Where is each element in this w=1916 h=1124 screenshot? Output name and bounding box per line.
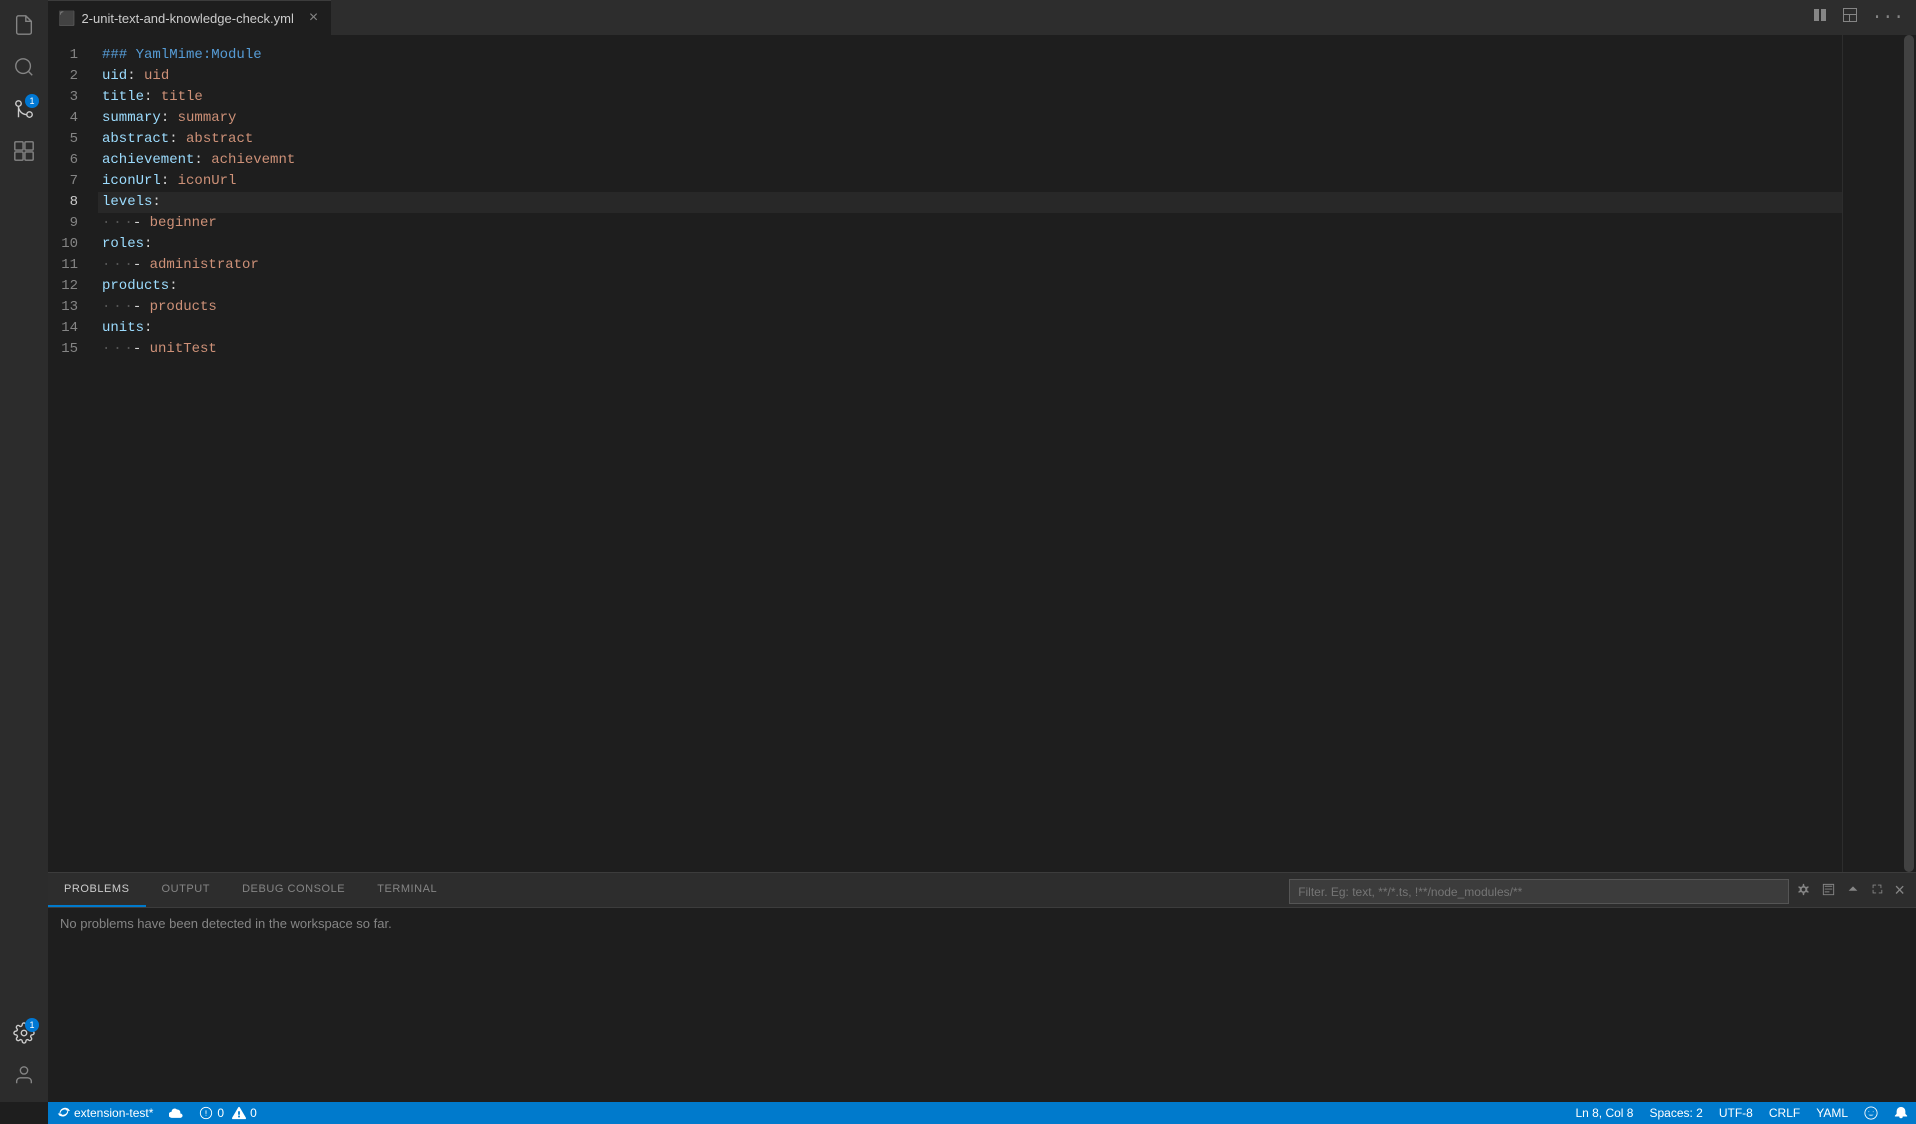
line-num-6: 6 [48, 150, 88, 171]
code-line-14: units: [98, 318, 1916, 339]
code-line-4: summary: summary [98, 108, 1916, 129]
source-control-badge: 1 [25, 94, 39, 108]
editor-area: 1 2 3 4 5 6 7 8 9 10 11 12 13 14 15 ### … [48, 35, 1916, 872]
tab-debug-console[interactable]: DEBUG CONSOLE [226, 872, 361, 907]
active-tab[interactable]: ⬛ 2-unit-text-and-knowledge-check.yml × [48, 0, 331, 35]
line-ending[interactable]: CRLF [1761, 1102, 1808, 1124]
warnings-count: 0 [250, 1106, 257, 1120]
line-num-8: 8 [48, 192, 88, 213]
line-num-14: 14 [48, 318, 88, 339]
panel: PROBLEMS OUTPUT DEBUG CONSOLE TERMINAL [48, 872, 1916, 1102]
code-line-11: · · ·- administrator [98, 255, 1916, 276]
filter-settings-icon[interactable] [1793, 879, 1814, 905]
code-line-7: iconUrl: iconUrl [98, 171, 1916, 192]
project-name: extension-test* [74, 1106, 153, 1120]
line-num-1: 1 [48, 45, 88, 66]
no-problems-text: No problems have been detected in the wo… [60, 916, 392, 931]
status-right: Ln 8, Col 8 Spaces: 2 UTF-8 CRLF YAML [1567, 1102, 1916, 1124]
scrollbar-track[interactable] [1902, 35, 1916, 872]
code-editor[interactable]: ### YamlMime:Module uid: uid title: titl… [98, 35, 1916, 872]
panel-filter-input[interactable] [1289, 879, 1789, 904]
tab-problems[interactable]: PROBLEMS [48, 872, 146, 907]
line-num-11: 11 [48, 255, 88, 276]
line-num-15: 15 [48, 339, 88, 360]
settings-icon[interactable]: 1 [7, 1016, 41, 1050]
panel-tab-bar: PROBLEMS OUTPUT DEBUG CONSOLE TERMINAL [48, 873, 1916, 908]
tab-close-button[interactable]: × [306, 8, 321, 28]
minimap [1842, 35, 1902, 872]
feedback-icon[interactable] [1856, 1102, 1886, 1124]
code-line-3: title: title [98, 87, 1916, 108]
sync-status[interactable]: extension-test* [48, 1102, 161, 1124]
line-num-3: 3 [48, 87, 88, 108]
indent-size[interactable]: Spaces: 2 [1641, 1102, 1710, 1124]
code-line-1: ### YamlMime:Module [98, 45, 1916, 66]
line-numbers: 1 2 3 4 5 6 7 8 9 10 11 12 13 14 15 [48, 35, 98, 872]
search-icon[interactable] [7, 50, 41, 84]
line-num-13: 13 [48, 297, 88, 318]
files-icon[interactable] [7, 8, 41, 42]
panel-right-controls: × [1281, 876, 1916, 907]
code-line-10: roles: [98, 234, 1916, 255]
spaces-text: Spaces: 2 [1649, 1106, 1702, 1120]
code-line-9: · · ·- beginner [98, 213, 1916, 234]
main-container: ⬛ 2-unit-text-and-knowledge-check.yml × … [48, 0, 1916, 1124]
scrollbar-thumb[interactable] [1904, 35, 1914, 872]
cursor-position[interactable]: Ln 8, Col 8 [1567, 1102, 1641, 1124]
status-bar: extension-test* 0 0 Ln 8, Col 8 [48, 1102, 1916, 1124]
line-num-5: 5 [48, 129, 88, 150]
code-line-13: · · ·- products [98, 297, 1916, 318]
tab-terminal[interactable]: TERMINAL [361, 872, 453, 907]
code-line-8: levels: [98, 192, 1916, 213]
code-line-12: products: [98, 276, 1916, 297]
account-icon[interactable] [7, 1058, 41, 1092]
line-num-7: 7 [48, 171, 88, 192]
errors-count: 0 [217, 1106, 224, 1120]
position-text: Ln 8, Col 8 [1575, 1106, 1633, 1120]
maximize-panel-icon[interactable] [1867, 879, 1887, 904]
status-left: extension-test* 0 0 [48, 1102, 265, 1124]
errors-status[interactable]: 0 0 [191, 1102, 264, 1124]
line-ending-text: CRLF [1769, 1106, 1800, 1120]
file-encoding[interactable]: UTF-8 [1711, 1102, 1761, 1124]
cloud-status[interactable] [161, 1102, 191, 1124]
more-actions-icon[interactable]: ··· [1868, 5, 1908, 31]
notification-bell[interactable] [1886, 1102, 1916, 1124]
language-text: YAML [1816, 1106, 1848, 1120]
code-line-6: achievement: achievemnt [98, 150, 1916, 171]
tab-label: 2-unit-text-and-knowledge-check.yml [81, 11, 293, 26]
line-num-10: 10 [48, 234, 88, 255]
layout-icon[interactable] [1838, 3, 1862, 32]
code-line-5: abstract: abstract [98, 129, 1916, 150]
source-control-icon[interactable]: 1 [7, 92, 41, 126]
line-num-4: 4 [48, 108, 88, 129]
settings-badge: 1 [25, 1018, 39, 1032]
line-num-12: 12 [48, 276, 88, 297]
code-line-2: uid: uid [98, 66, 1916, 87]
copy-panel-icon[interactable] [1818, 879, 1839, 905]
close-panel-icon[interactable]: × [1891, 879, 1908, 905]
tab-file-icon: ⬛ [58, 10, 75, 27]
panel-content: No problems have been detected in the wo… [48, 908, 1916, 1102]
tab-bar: ⬛ 2-unit-text-and-knowledge-check.yml × … [48, 0, 1916, 35]
tab-output[interactable]: OUTPUT [146, 872, 227, 907]
line-num-2: 2 [48, 66, 88, 87]
line-num-9: 9 [48, 213, 88, 234]
encoding-text: UTF-8 [1719, 1106, 1753, 1120]
language-mode[interactable]: YAML [1808, 1102, 1856, 1124]
extensions-icon[interactable] [7, 134, 41, 168]
code-line-15: · · ·- unitTest [98, 339, 1916, 360]
chevron-up-icon[interactable] [1843, 879, 1863, 904]
activity-bar: 1 1 [0, 0, 48, 1102]
split-editor-icon[interactable] [1808, 3, 1832, 32]
line1-content: ### YamlMime:Module [102, 45, 262, 66]
